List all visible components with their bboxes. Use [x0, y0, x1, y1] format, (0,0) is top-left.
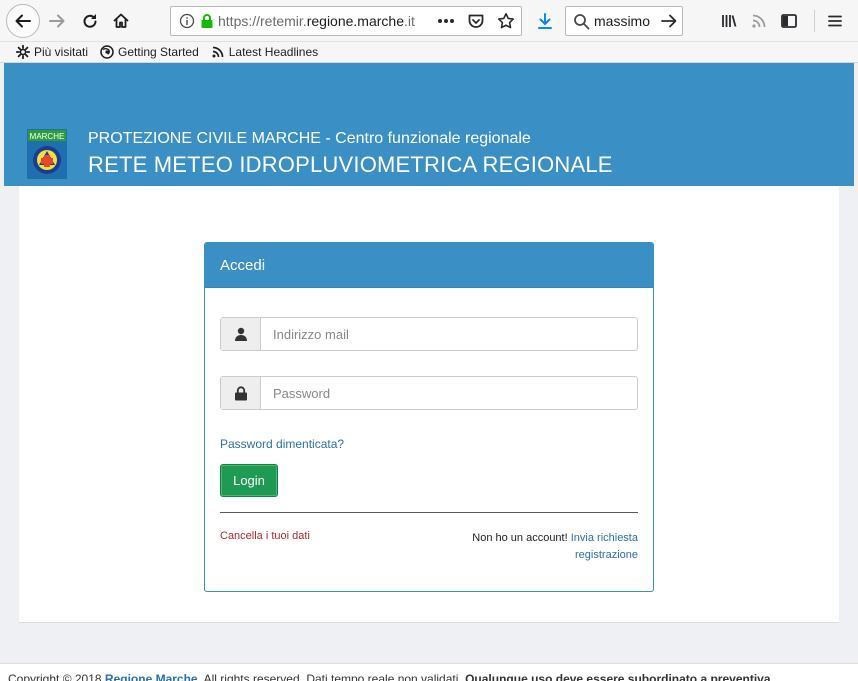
login-button[interactable]: Login — [220, 464, 278, 497]
site-title: RETE METEO IDROPLUVIOMETRICA REGIONALE — [88, 152, 613, 177]
bookmark-label: Latest Headlines — [228, 45, 319, 59]
downloads-button[interactable] — [532, 8, 558, 34]
footer-disclaimer: . All rights reserved. Dati tempo reale … — [197, 672, 466, 681]
forward-button[interactable] — [44, 8, 70, 34]
bookmarks-toolbar: Più visitati Getting Started Latest Head… — [0, 42, 858, 63]
home-icon — [113, 13, 129, 28]
footer-regione-link[interactable]: Regione Marche — [105, 672, 198, 681]
sidebar-icon[interactable] — [780, 12, 798, 30]
account-request: Non ho un account! Invia richiesta regis… — [438, 530, 638, 564]
bookmark-most-visited[interactable]: Più visitati — [16, 45, 88, 59]
request-registration-link[interactable]: Invia richiesta registrazione — [571, 532, 638, 561]
delete-data-link[interactable]: Cancella i tuoi dati — [220, 530, 310, 542]
no-account-text: Non ho un account! — [472, 532, 568, 544]
page-footer: Copyright © 2018 Regione Marche. All rig… — [0, 663, 858, 681]
toolbar-separator — [814, 10, 815, 32]
bookmark-label: Getting Started — [118, 45, 199, 59]
login-panel: Accedi Password dimenticata? Login Cance… — [204, 242, 654, 592]
url-domain: regione.marche — [306, 13, 404, 29]
footer-usage-note: Qualunque uso deve essere subordinato a … — [465, 672, 771, 681]
user-icon — [234, 327, 247, 341]
panel-divider — [220, 512, 638, 513]
info-icon[interactable] — [179, 13, 195, 29]
pocket-icon[interactable] — [467, 12, 485, 30]
arrow-right-icon — [49, 14, 65, 28]
email-addon — [221, 318, 261, 350]
url-text[interactable]: https://retemir.regione.marche.it — [218, 13, 432, 29]
search-bar[interactable]: massimo t — [565, 6, 683, 36]
star-icon[interactable] — [497, 12, 515, 30]
search-icon — [574, 13, 590, 29]
password-field[interactable] — [261, 377, 637, 409]
org-name: PROTEZIONE CIVILE MARCHE - Centro funzio… — [88, 130, 531, 147]
footer-copyright: Copyright © 2018 — [8, 672, 105, 681]
lock-icon — [234, 385, 247, 400]
search-query[interactable]: massimo t — [594, 13, 652, 29]
menu-button[interactable] — [822, 8, 848, 34]
go-arrow-icon[interactable] — [660, 12, 678, 30]
reload-button[interactable] — [77, 8, 103, 34]
url-bar[interactable]: https://retemir.regione.marche.it — [170, 6, 522, 36]
browser-toolbar: https://retemir.regione.marche.it massim… — [0, 0, 858, 42]
password-addon — [221, 377, 261, 409]
firefox-icon — [100, 45, 114, 59]
email-input-group — [220, 317, 638, 351]
back-button[interactable] — [6, 4, 40, 38]
url-prefix: https://retemir. — [218, 13, 307, 29]
bookmark-label: Più visitati — [34, 45, 89, 59]
download-icon — [538, 13, 552, 29]
home-button[interactable] — [108, 8, 134, 34]
svg-text:MARCHE: MARCHE — [30, 132, 65, 141]
gear-icon — [16, 45, 30, 59]
arrow-left-icon — [15, 14, 31, 28]
hamburger-icon — [828, 15, 842, 27]
lock-icon[interactable] — [200, 13, 214, 29]
reload-icon — [83, 14, 97, 28]
forgot-password-link[interactable]: Password dimenticata? — [220, 437, 344, 451]
regione-marche-logo: MARCHE — [27, 129, 67, 179]
rss-icon[interactable] — [750, 12, 768, 30]
password-input-group — [220, 376, 638, 410]
rss-icon — [212, 46, 224, 58]
more-actions-icon[interactable] — [437, 18, 455, 24]
library-icon[interactable] — [720, 12, 738, 30]
bookmark-getting-started[interactable]: Getting Started — [100, 45, 199, 59]
site-header: MARCHE PROTEZIONE CIVILE MARCHE - Centro… — [4, 63, 854, 186]
panel-heading: Accedi — [205, 243, 653, 288]
url-suffix: .it — [403, 13, 415, 29]
bookmark-latest-headlines[interactable]: Latest Headlines — [211, 45, 318, 59]
email-field[interactable] — [261, 318, 637, 350]
